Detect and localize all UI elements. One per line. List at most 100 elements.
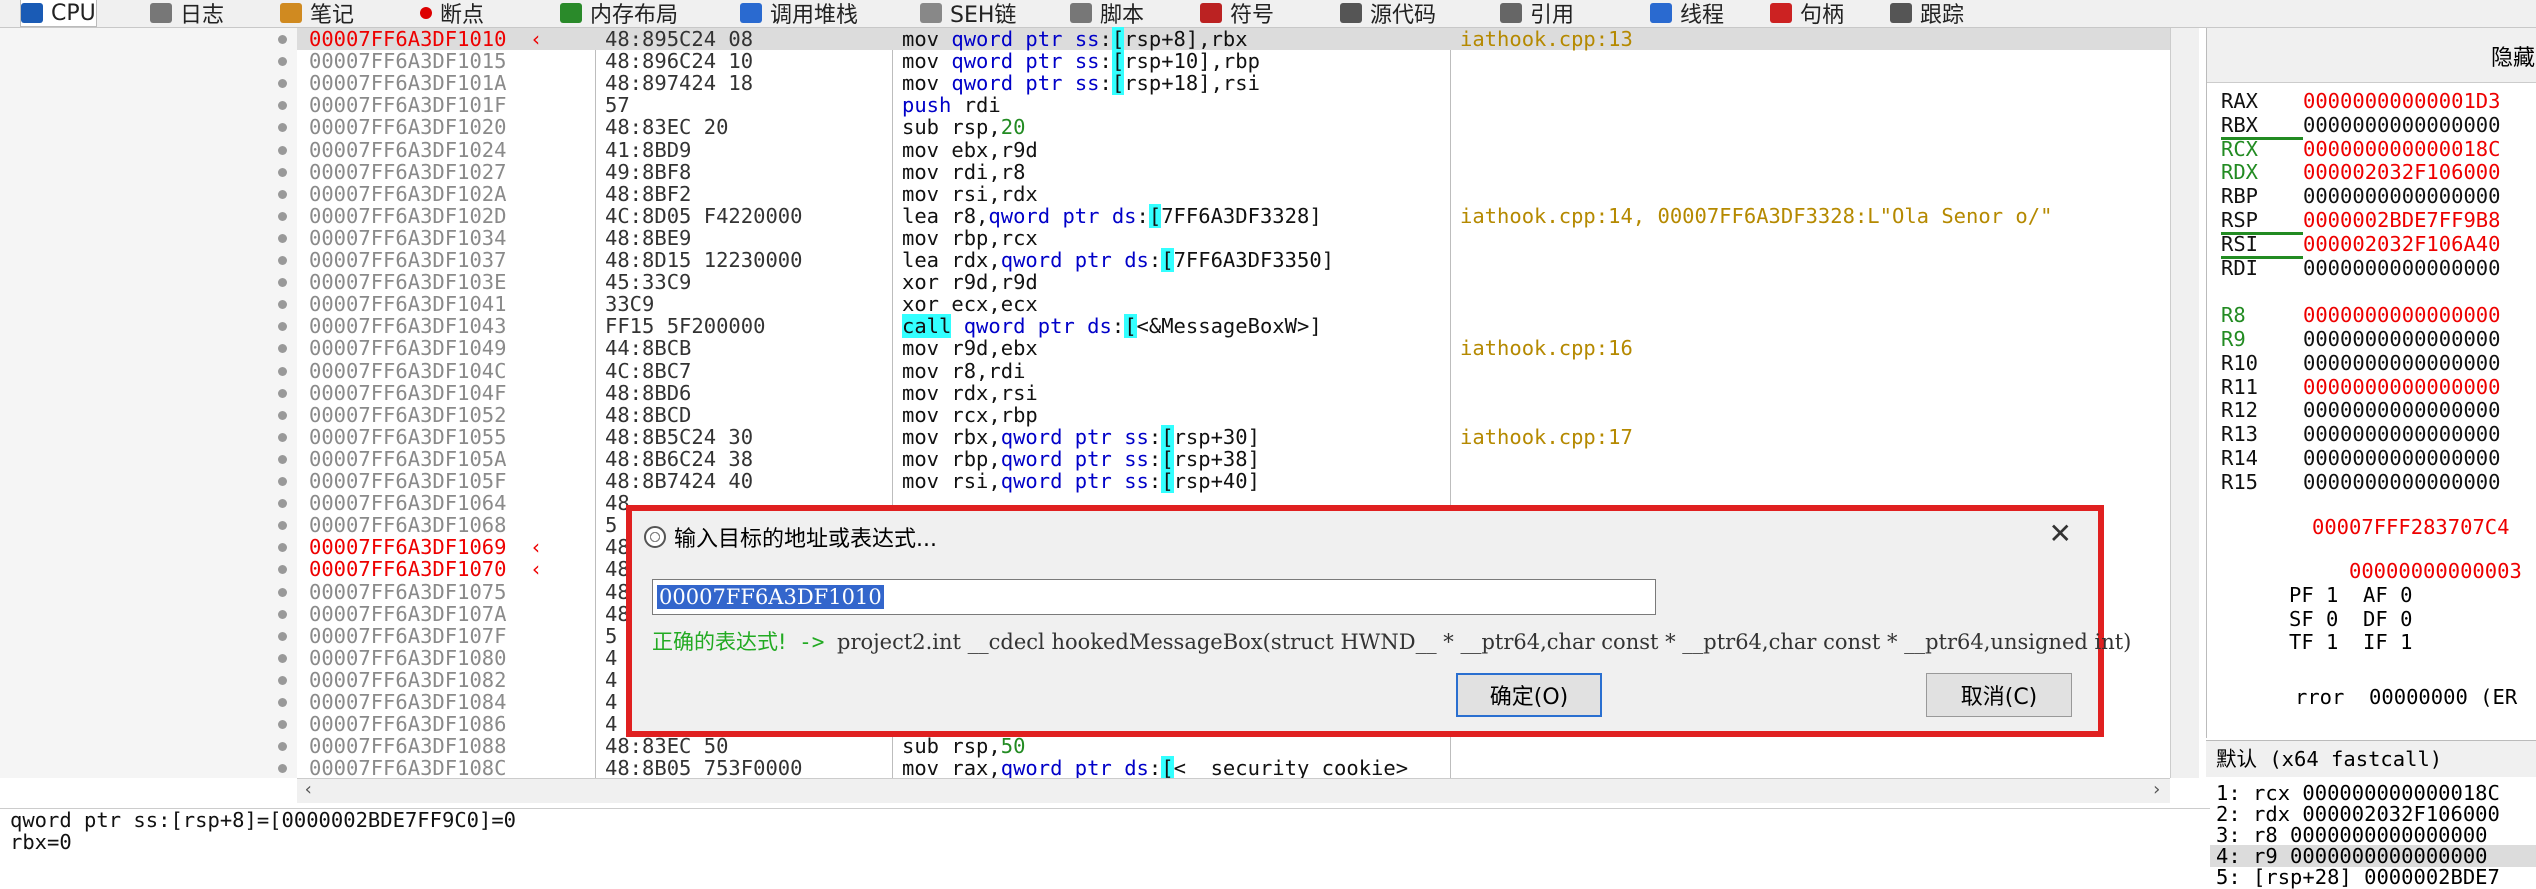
listing-row[interactable]: 00007FF6A3DF1049 44:8BCB mov r9d,ebx iathoo… <box>297 337 2170 359</box>
breakpoint-dot-icon[interactable] <box>278 675 287 685</box>
listing-row[interactable]: 00007FF6A3DF104F 48:8BD6 mov rdx,rsi <box>297 382 2170 404</box>
listing-row[interactable]: 00007FF6A3DF1043 FF15 5F200000 call qword … <box>297 314 2170 339</box>
register-value[interactable]: 0000000000000000 <box>2303 375 2500 399</box>
register-row[interactable]: R12 0000000000000000 <box>2221 399 2500 422</box>
tab-seh[interactable]: SEH链 <box>920 0 1016 28</box>
register-row[interactable]: RSI 000002032F106A40 <box>2221 232 2500 259</box>
listing-row[interactable]: 00007FF6A3DF1015 48:896C24 10 mov qword pt… <box>297 49 2170 74</box>
breakpoint-dot-icon[interactable] <box>278 233 287 243</box>
tab-log[interactable]: 日志 <box>150 0 224 28</box>
breakpoint-gutter[interactable] <box>0 28 297 778</box>
stack-argument-row[interactable]: 1: rcx 000000000000018C <box>2216 782 2500 804</box>
register-value[interactable]: 0000000000000000 <box>2303 422 2500 446</box>
register-value[interactable]: 0000000000000000 <box>2303 351 2500 375</box>
breakpoint-dot-icon[interactable] <box>278 609 287 619</box>
register-row[interactable]: R14 0000000000000000 <box>2221 447 2500 470</box>
register-row[interactable]: R9 0000000000000000 <box>2221 328 2500 351</box>
breakpoint-dot-icon[interactable] <box>278 499 287 509</box>
breakpoint-dot-icon[interactable] <box>278 764 287 774</box>
tab-memory-map[interactable]: 内存布局 <box>560 0 678 28</box>
listing-row[interactable]: 00007FF6A3DF1037 48:8D15 12230000 lea rdx,… <box>297 248 2170 272</box>
register-row[interactable]: RDX 000002032F106000 <box>2221 161 2500 184</box>
breakpoint-dot-icon[interactable] <box>278 35 287 44</box>
tab-source[interactable]: 源代码 <box>1340 0 1436 28</box>
register-row[interactable]: R11 0000000000000000 <box>2221 375 2500 399</box>
listing-row[interactable]: 00007FF6A3DF103E 45:33C9 xor r9d,r9d <box>297 271 2170 293</box>
listing-row[interactable]: 00007FF6A3DF101F 57 push rdi <box>297 94 2170 116</box>
breakpoint-dot-icon[interactable] <box>278 79 287 89</box>
listing-horizontal-scrollbar[interactable]: ‹ › <box>297 778 2170 803</box>
tab-trace[interactable]: 跟踪 <box>1890 0 1964 28</box>
breakpoint-dot-icon[interactable] <box>278 521 287 531</box>
flag-row[interactable]: TF 1 IF 1 <box>2289 631 2412 654</box>
register-row[interactable]: RDI 0000000000000000 <box>2221 256 2500 280</box>
register-value[interactable]: 0000000000000000 <box>2303 303 2500 327</box>
hide-fpu-button[interactable]: 隐藏 <box>2491 40 2535 72</box>
listing-row[interactable]: 00007FF6A3DF1027 49:8BF8 mov rdi,r8 <box>297 161 2170 183</box>
breakpoint-dot-icon[interactable] <box>278 366 287 376</box>
listing-row[interactable]: 00007FF6A3DF1034 48:8BE9 mov rbp,rcx <box>297 227 2170 249</box>
register-row[interactable]: R8 0000000000000000 <box>2221 304 2500 327</box>
register-row[interactable] <box>2221 280 2303 303</box>
register-row[interactable]: RBX 0000000000000000 <box>2221 113 2500 140</box>
listing-row[interactable]: 00007FF6A3DF1010 ‹ 48:895C24 08 mov qword p… <box>297 27 2170 51</box>
rflags-value[interactable]: 00000000000003 <box>2349 560 2522 583</box>
listing-row[interactable]: 00007FF6A3DF1041 33C9 xor ecx,ecx <box>297 293 2170 315</box>
register-value[interactable]: 0000000000000000 <box>2303 470 2500 494</box>
breakpoint-dot-icon[interactable] <box>278 344 287 354</box>
tab-symbol[interactable]: 符号 <box>1200 0 1274 28</box>
register-row[interactable]: RSP 0000002BDE7FF9B8 <box>2221 209 2500 235</box>
listing-row[interactable]: 00007FF6A3DF105F 48:8B7424 40 mov rsi,qwor… <box>297 469 2170 493</box>
breakpoint-dot-icon[interactable] <box>278 410 287 420</box>
breakpoint-dot-icon[interactable] <box>278 720 287 730</box>
breakpoint-dot-icon[interactable] <box>278 211 287 221</box>
stack-argument-row[interactable]: 4: r9 0000000000000000 <box>2206 845 2536 867</box>
register-row[interactable]: RBP 0000000000000000 <box>2221 185 2500 208</box>
calling-convention-selector[interactable]: 默认 (x64 fastcall) <box>2206 740 2536 777</box>
register-value[interactable]: 000002032F106A40 <box>2303 232 2500 256</box>
breakpoint-dot-icon[interactable] <box>278 123 287 133</box>
flag-row[interactable]: SF 0 DF 0 <box>2289 607 2412 631</box>
breakpoint-dot-icon[interactable] <box>278 477 287 486</box>
flag-row[interactable]: PF 1 AF 0 <box>2289 584 2412 607</box>
breakpoint-dot-icon[interactable] <box>278 167 287 177</box>
register-value[interactable]: 0000000000000000 <box>2303 256 2500 280</box>
breakpoint-dot-icon[interactable] <box>278 565 287 575</box>
breakpoint-dot-icon[interactable] <box>278 145 287 155</box>
breakpoint-dot-icon[interactable] <box>278 256 287 265</box>
register-value[interactable]: 00000000000001D3 <box>2303 89 2500 113</box>
register-value[interactable]: 0000000000000000 <box>2303 398 2500 422</box>
expression-input-value[interactable]: 00007FF6A3DF1010 <box>657 585 884 609</box>
stack-argument-row[interactable]: 5: [rsp+28] 0000002BDE7 <box>2216 866 2500 888</box>
tab-reference[interactable]: 引用 <box>1500 0 1574 28</box>
listing-row[interactable]: 00007FF6A3DF108C 48:8B05 753F0000 mov rax,… <box>297 756 2170 781</box>
tab-handle[interactable]: 句柄 <box>1770 0 1844 28</box>
breakpoint-dot-icon[interactable] <box>278 322 287 332</box>
register-row[interactable]: R13 0000000000000000 <box>2221 423 2500 446</box>
listing-row[interactable]: 00007FF6A3DF102A 48:8BF2 mov rsi,rdx <box>297 183 2170 205</box>
breakpoint-dot-icon[interactable] <box>278 300 287 310</box>
register-row[interactable]: R15 0000000000000000 <box>2221 470 2500 494</box>
register-value[interactable]: 0000000000000000 <box>2303 446 2500 470</box>
register-value[interactable]: 0000000000000000 <box>2303 184 2500 208</box>
breakpoint-dot-icon[interactable] <box>278 587 287 597</box>
rip-value[interactable]: 00007FFF283707C4 <box>2312 516 2509 539</box>
breakpoint-dot-icon[interactable] <box>278 278 287 288</box>
breakpoint-dot-icon[interactable] <box>278 742 287 752</box>
breakpoint-dot-icon[interactable] <box>278 631 287 641</box>
scroll-right-icon[interactable]: › <box>2151 779 2162 800</box>
breakpoint-dot-icon[interactable] <box>278 101 287 111</box>
listing-row[interactable]: 00007FF6A3DF1052 48:8BCD mov rcx,rbp <box>297 404 2170 426</box>
breakpoint-dot-icon[interactable] <box>278 432 287 442</box>
breakpoint-dot-icon[interactable] <box>278 543 287 553</box>
listing-row[interactable]: 00007FF6A3DF1020 48:83EC 20 sub rsp,20 <box>297 116 2170 138</box>
listing-row[interactable]: 00007FF6A3DF105A 48:8B6C24 38 mov rbp,qwor… <box>297 446 2170 471</box>
breakpoint-dot-icon[interactable] <box>278 388 287 398</box>
ok-button[interactable]: 确定(O) <box>1456 673 1602 717</box>
stack-argument-row[interactable]: 3: r8 0000000000000000 <box>2216 824 2488 846</box>
listing-row[interactable]: 00007FF6A3DF101A 48:897424 18 mov qword pt… <box>297 71 2170 96</box>
register-row[interactable]: RAX 00000000000001D3 <box>2221 90 2500 113</box>
tab-thread[interactable]: 线程 <box>1650 0 1724 28</box>
tab-breakpoint[interactable]: 断点 <box>420 0 484 28</box>
tab-cpu[interactable]: CPU <box>20 0 97 27</box>
